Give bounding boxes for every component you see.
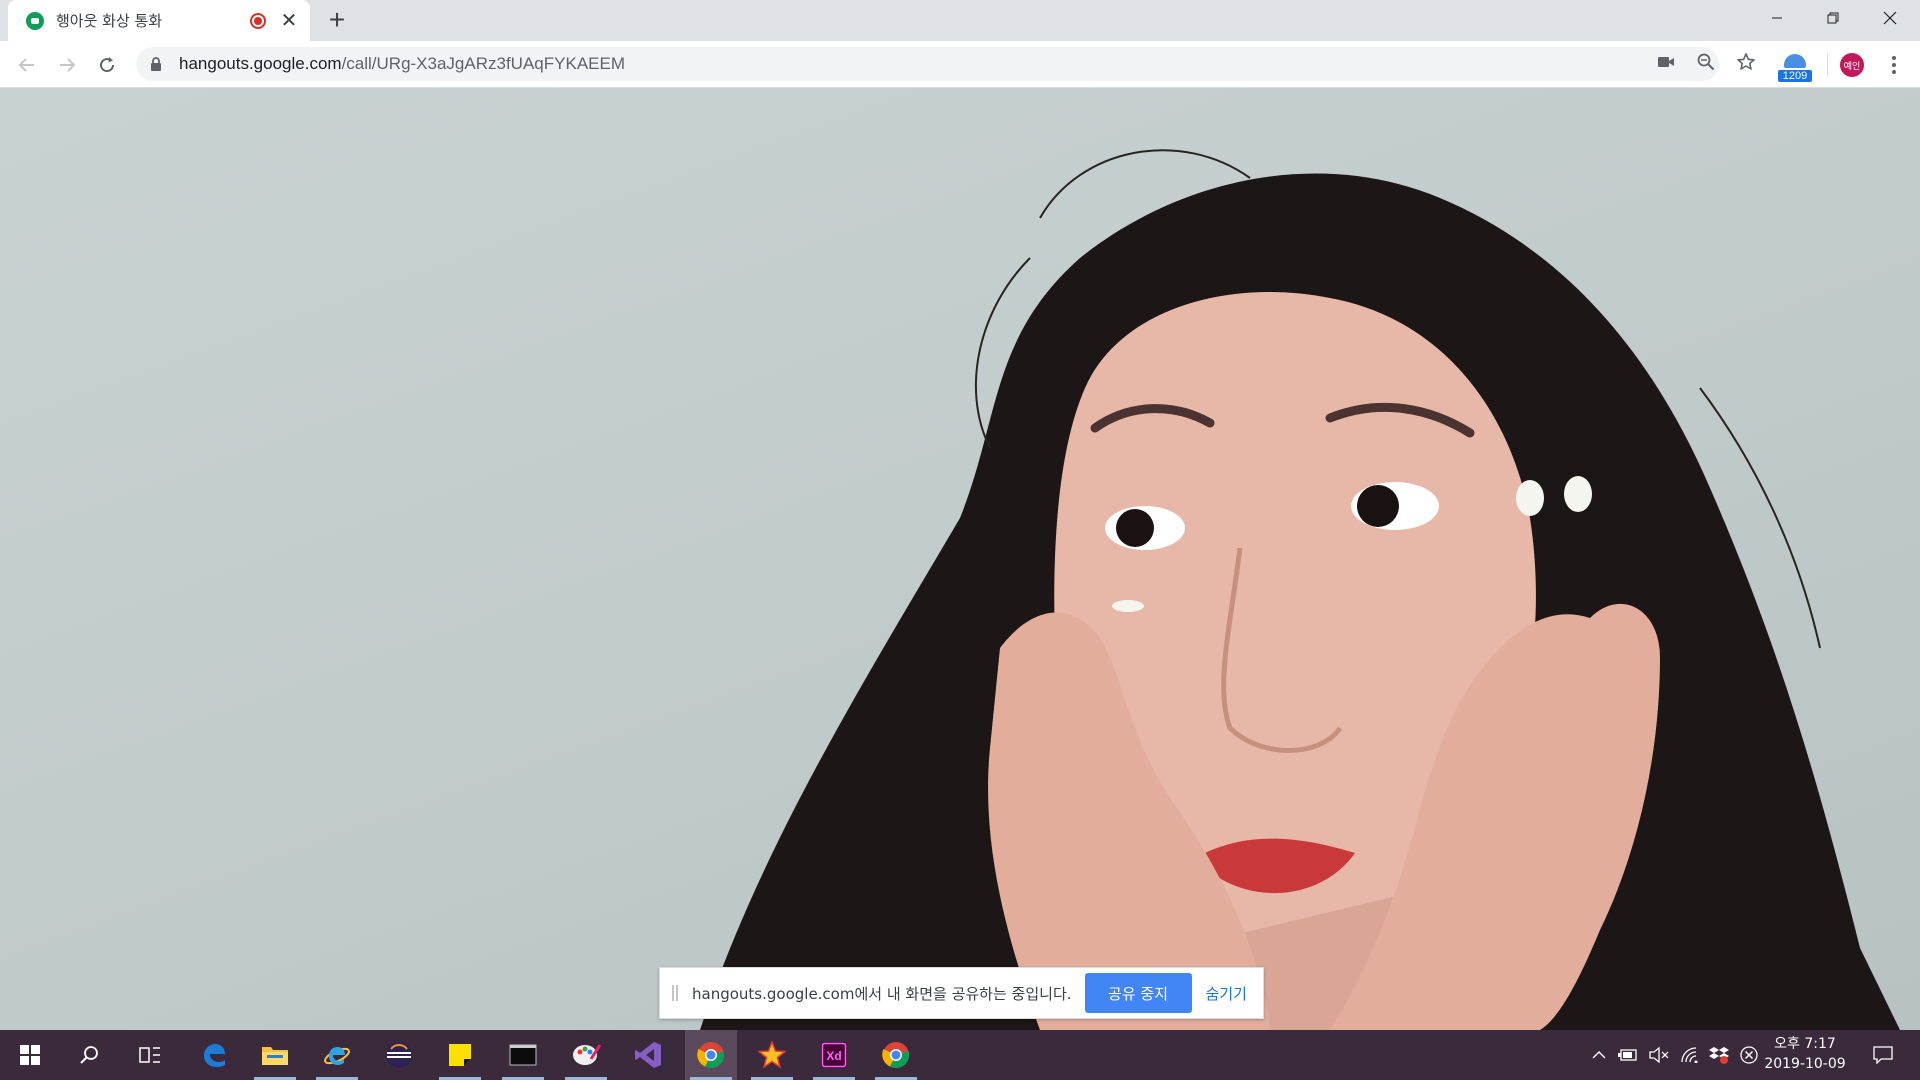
clock-date: 2019-10-09 (1764, 1056, 1846, 1072)
participant-video (700, 149, 1900, 1030)
hangouts-icon (26, 11, 44, 30)
url-domain: hangouts.google.com (179, 54, 342, 73)
chrome-icon[interactable] (685, 1030, 737, 1080)
stop-sharing-button[interactable]: 공유 중지 (1084, 973, 1192, 1013)
svg-text:Xd: Xd (826, 1049, 841, 1063)
taskbar-clock[interactable]: 오후 7:17 2019-10-09 (1757, 1034, 1853, 1074)
back-button[interactable] (12, 50, 42, 80)
clock-time: 오후 7:17 (1774, 1036, 1836, 1052)
paint-icon[interactable] (560, 1030, 612, 1080)
star-app-icon[interactable] (746, 1030, 798, 1080)
tab-hangouts[interactable]: 행아웃 화상 통화 ✕ (8, 0, 310, 41)
internet-explorer-icon[interactable] (311, 1030, 363, 1080)
wifi-icon[interactable] (1678, 1030, 1702, 1080)
search-icon[interactable] (63, 1030, 115, 1080)
show-hidden-icons-icon[interactable] (1588, 1030, 1610, 1080)
adobe-xd-icon[interactable]: Xd (808, 1030, 860, 1080)
dropbox-icon[interactable] (1707, 1030, 1731, 1080)
new-tab-button[interactable]: + (322, 6, 352, 36)
toolbar-divider (1827, 54, 1828, 76)
camera-icon[interactable] (1654, 50, 1678, 74)
tab-strip: 행아웃 화상 통화 ✕ + (0, 0, 1920, 41)
video-feed (0, 88, 1920, 1030)
minimize-button[interactable] (1749, 0, 1805, 36)
chrome-second-icon[interactable] (870, 1030, 922, 1080)
share-message: hangouts.google.com에서 내 화면을 공유하는 중입니다. (692, 984, 1072, 1003)
sticky-notes-icon[interactable] (434, 1030, 486, 1080)
forward-button[interactable] (52, 50, 82, 80)
windows-taskbar: Xd 오후 7:17 2019-10-09 (0, 1030, 1920, 1080)
bookmark-star-icon[interactable] (1734, 50, 1758, 74)
close-window-button[interactable] (1862, 0, 1918, 36)
eclipse-icon[interactable] (373, 1030, 425, 1080)
browser-toolbar: hangouts.google.com/call/URg-X3aJgARz3fU… (0, 41, 1920, 88)
battery-icon[interactable] (1616, 1030, 1640, 1080)
screen-share-bar: hangouts.google.com에서 내 화면을 공유하는 중입니다. 공… (659, 967, 1264, 1019)
lock-icon (151, 57, 161, 71)
visual-studio-icon[interactable] (622, 1030, 674, 1080)
url-path: /call/URg-X3aJgARz3fUAqFYKAEEM (341, 54, 625, 73)
tab-title: 행아웃 화상 통화 (56, 12, 163, 30)
profile-avatar[interactable]: 예인 (1840, 53, 1864, 77)
drag-handle-icon[interactable] (672, 985, 678, 1001)
extension-badge-count: 1209 (1778, 70, 1812, 82)
volume-muted-icon[interactable] (1647, 1030, 1671, 1080)
browser-menu-icon[interactable] (1882, 53, 1906, 77)
start-button[interactable] (4, 1030, 56, 1080)
zoom-icon[interactable] (1694, 50, 1718, 74)
restore-button[interactable] (1805, 0, 1861, 36)
close-tab-icon[interactable]: ✕ (278, 10, 300, 32)
hide-button[interactable]: 숨기기 (1206, 983, 1247, 1004)
task-view-icon[interactable] (124, 1030, 176, 1080)
file-explorer-icon[interactable] (249, 1030, 301, 1080)
address-bar[interactable]: hangouts.google.com/call/URg-X3aJgARz3fU… (136, 47, 1719, 81)
recording-icon (250, 12, 266, 29)
edge-icon[interactable] (188, 1030, 240, 1080)
notification-center-icon[interactable] (1866, 1030, 1900, 1080)
reload-button[interactable] (92, 50, 122, 80)
extension-icon[interactable]: 1209 (1778, 52, 1812, 82)
terminal-icon[interactable] (497, 1030, 549, 1080)
